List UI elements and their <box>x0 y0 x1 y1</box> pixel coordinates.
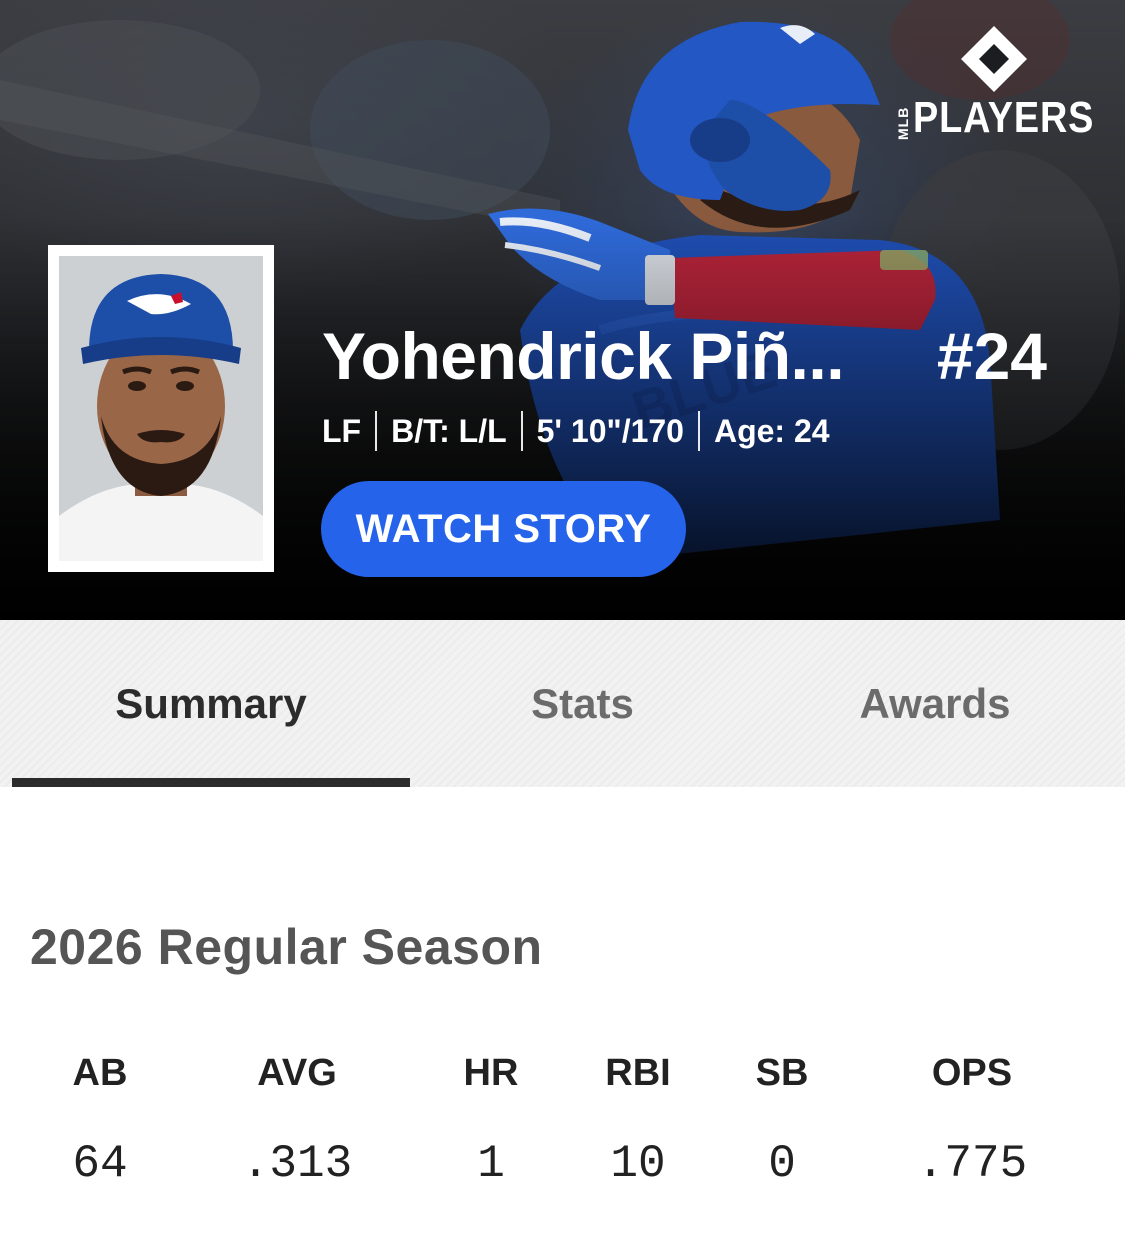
meta-divider <box>697 411 700 451</box>
meta-divider <box>520 411 523 451</box>
player-number: #24 <box>936 319 1047 393</box>
stat-value-sb: 0 <box>768 1138 796 1190</box>
player-age: Age: 24 <box>713 412 830 449</box>
active-tab-indicator <box>12 778 410 787</box>
mlb-players-logo: MLB PLAYERS <box>893 24 1103 142</box>
stat-header-rbi: RBI <box>605 1052 671 1094</box>
stat-value-rbi: 10 <box>610 1138 666 1190</box>
stat-header-avg: AVG <box>257 1052 337 1094</box>
stat-value-ops: .775 <box>916 1138 1028 1190</box>
stat-header-hr: HR <box>463 1052 519 1094</box>
brand-players-text: PLAYERS <box>913 93 1095 142</box>
player-hero: BLUE MLB PLAYERS <box>0 0 1125 620</box>
player-bio-line: LF B/T: L/L 5' 10"/170 Age: 24 <box>322 410 830 452</box>
meta-divider <box>375 411 378 451</box>
player-bats-throws: B/T: L/L <box>391 412 507 449</box>
stat-header-sb: SB <box>755 1052 809 1094</box>
watch-story-button[interactable]: WATCH STORY <box>321 481 686 577</box>
stat-value-ab: 64 <box>72 1138 128 1190</box>
season-title: 2026 Regular Season <box>30 919 543 975</box>
brand-mlb-text: MLB <box>895 106 911 140</box>
tab-awards[interactable]: Awards <box>755 620 1115 787</box>
player-position: LF <box>322 412 362 449</box>
player-name: Yohendrick Piñ... <box>322 319 845 393</box>
diamond-logo-icon <box>961 26 1027 92</box>
stat-header-ops: OPS <box>931 1052 1013 1094</box>
profile-tab-bar: Summary Stats Awards <box>0 620 1125 787</box>
tab-summary[interactable]: Summary <box>12 620 410 787</box>
tab-stats[interactable]: Stats <box>410 620 755 787</box>
stat-value-hr: 1 <box>477 1138 505 1190</box>
player-headshot <box>48 245 274 572</box>
stat-header-ab: AB <box>72 1052 128 1094</box>
stat-value-avg: .313 <box>241 1138 353 1190</box>
player-height-weight: 5' 10"/170 <box>536 412 684 449</box>
player-headshot-image <box>59 256 263 561</box>
